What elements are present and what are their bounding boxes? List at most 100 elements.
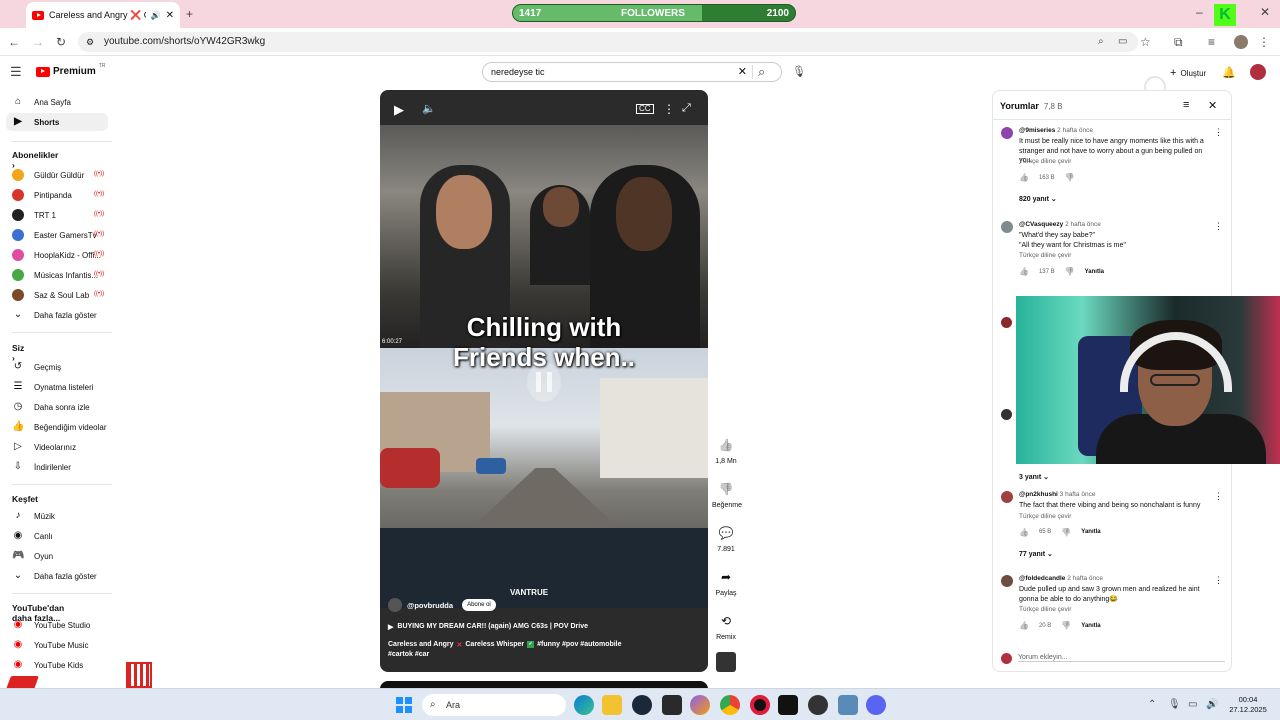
sort-icon[interactable]: ≡: [1183, 99, 1189, 111]
search-icon[interactable]: ⌕: [758, 64, 765, 80]
tray-chevron-icon[interactable]: ⌃: [1148, 697, 1156, 713]
sidebar-item-geçmiş[interactable]: ↺ Geçmiş: [12, 358, 112, 376]
notifications-bell-icon[interactable]: 🔔: [1222, 65, 1236, 81]
create-button[interactable]: + Oluştur: [1164, 64, 1212, 82]
replies-toggle[interactable]: 820 yanıt ⌄: [1019, 195, 1057, 203]
reply-button[interactable]: Yanıtla: [1081, 529, 1100, 535]
windows-start-icon[interactable]: [396, 697, 412, 713]
comment-button[interactable]: 💬 7.891: [712, 522, 740, 553]
app-icon-2[interactable]: [838, 695, 858, 715]
sidebar-item-youtube-music[interactable]: ◉ YouTube Music: [12, 636, 112, 654]
sidebar-item-daha-sonra-izle[interactable]: ◷ Daha sonra izle: [12, 398, 112, 416]
comment-dislike-icon[interactable]: 👎: [1065, 267, 1075, 276]
comment-avatar[interactable]: [1001, 317, 1012, 328]
comment-author[interactable]: @foldedcandle: [1019, 575, 1065, 582]
sidebar-item-müzik[interactable]: ♪ Müzik: [12, 507, 112, 525]
translate-link[interactable]: Türkçe diline çevir: [1019, 606, 1071, 613]
comment-dislike-icon[interactable]: 👎: [1061, 621, 1071, 630]
sidebar-item-beğendiğim-videolar[interactable]: 👍 Beğendiğim videolar: [12, 418, 112, 436]
replies-toggle[interactable]: 3 yanıt ⌄: [1019, 473, 1049, 481]
display-tray-icon[interactable]: ▭: [1188, 697, 1197, 713]
audio-icon[interactable]: 🔊: [151, 11, 161, 20]
comment-author[interactable]: @pn2khushi: [1019, 491, 1058, 498]
comment-menu-icon[interactable]: ⋮: [1214, 575, 1223, 586]
profile-avatar[interactable]: [1234, 35, 1248, 49]
taskbar-clock[interactable]: 00:04 27.12.2025: [1222, 695, 1274, 715]
steam-icon[interactable]: [632, 695, 652, 715]
file-explorer-icon[interactable]: [602, 695, 622, 715]
pause-overlay-icon[interactable]: [527, 362, 561, 402]
comment-avatar[interactable]: [1001, 221, 1013, 233]
youtube-logo[interactable]: Premium TR: [36, 63, 105, 77]
reply-button[interactable]: Yanıtla: [1081, 623, 1100, 629]
explore-header[interactable]: Keşfet: [12, 494, 38, 504]
sidebar-item-videolarınız[interactable]: ▷ Videolarınız: [12, 438, 112, 456]
volume-icon[interactable]: 🔈: [422, 102, 436, 115]
sidebar-item-youtube-studio[interactable]: ◉ YouTube Studio: [12, 616, 112, 634]
comment-avatar[interactable]: [1001, 127, 1013, 139]
comment-avatar[interactable]: [1001, 491, 1013, 503]
bookmark-star-icon[interactable]: ☆: [1140, 34, 1151, 50]
sidebar-item-canlı[interactable]: ◉ Canlı: [12, 527, 112, 545]
comment-author[interactable]: @9miseries: [1019, 127, 1055, 134]
opera-gx-icon[interactable]: [750, 695, 770, 715]
hamburger-menu-icon[interactable]: ☰: [10, 64, 22, 80]
like-button[interactable]: 👍 1,8 Mn: [712, 434, 740, 465]
browser-menu-icon[interactable]: ⋮: [1258, 34, 1270, 50]
dislike-button[interactable]: 👎 Beğenme: [712, 478, 742, 509]
share-button[interactable]: ➦ Paylaş: [712, 566, 740, 597]
comment-like-icon[interactable]: 👍: [1019, 173, 1029, 182]
replies-toggle[interactable]: 77 yanıt ⌄: [1019, 550, 1053, 558]
edge-icon[interactable]: [574, 695, 594, 715]
remix-button[interactable]: ⟲ Remix: [712, 610, 740, 641]
close-window-icon[interactable]: ✕: [1260, 4, 1270, 20]
comment-avatar[interactable]: [1001, 409, 1012, 420]
discord-icon[interactable]: [866, 695, 886, 715]
comment-menu-icon[interactable]: ⋮: [1214, 127, 1223, 138]
sidebar-item-explore-more[interactable]: ⌄ Daha fazla göster: [12, 567, 112, 585]
channel-avatar[interactable]: [388, 598, 402, 612]
sidebar-item-youtube-kids[interactable]: ◉ YouTube Kids: [12, 656, 112, 674]
install-icon[interactable]: ▭: [1118, 34, 1127, 50]
extensions-icon[interactable]: ⧉: [1174, 34, 1183, 50]
forward-icon[interactable]: →: [32, 34, 44, 50]
clear-search-icon[interactable]: ✕: [738, 63, 747, 81]
translate-link[interactable]: Türkçe diline çevir: [1019, 513, 1071, 520]
reading-list-icon[interactable]: ≡: [1208, 34, 1215, 50]
volume-tray-icon[interactable]: 🔊: [1206, 697, 1218, 713]
comment-menu-icon[interactable]: ⋮: [1214, 491, 1223, 502]
sidebar-item-more[interactable]: ⌄ Daha fazla göster: [12, 306, 112, 324]
add-comment-input[interactable]: Yorum ekleyin...: [1018, 654, 1225, 662]
zoom-icon[interactable]: ⌕: [1098, 34, 1104, 50]
translate-link[interactable]: Türkçe diline çevir: [1019, 158, 1071, 165]
chrome-icon[interactable]: [720, 695, 740, 715]
video-description-line-2[interactable]: #cartok #car: [388, 651, 429, 658]
sidebar-item-i-ndirilenler[interactable]: ⇩ İndirilenler: [12, 458, 112, 476]
sidebar-item-ana-sayfa[interactable]: ⌂ Ana Sayfa: [12, 93, 112, 111]
tab-close-icon[interactable]: ✕: [166, 10, 174, 21]
comment-author[interactable]: @CVasqueezy: [1019, 221, 1063, 228]
site-info-icon[interactable]: ⚙: [86, 32, 94, 52]
fullscreen-icon[interactable]: ⤢: [682, 102, 691, 115]
comment-avatar[interactable]: [1001, 575, 1013, 587]
comment-like-icon[interactable]: 👍: [1019, 267, 1029, 276]
epic-games-icon[interactable]: [662, 695, 682, 715]
desc-tags[interactable]: #funny #pov #automobile: [537, 641, 621, 649]
sidebar-item-oyun[interactable]: 🎮 Oyun: [12, 547, 112, 565]
back-icon[interactable]: ←: [8, 34, 20, 50]
capcut-icon[interactable]: [778, 695, 798, 715]
microphone-icon[interactable]: 🎙: [792, 64, 806, 80]
subscribe-button[interactable]: Abone ol: [462, 599, 496, 611]
reply-button[interactable]: Yanıtla: [1085, 269, 1104, 275]
close-comments-icon[interactable]: ✕: [1208, 99, 1217, 112]
video-title[interactable]: ▶ BUYING MY DREAM CAR!! (again) AMG C63s…: [388, 623, 588, 631]
comment-dislike-icon[interactable]: 👎: [1065, 173, 1075, 182]
copilot-icon[interactable]: [690, 695, 710, 715]
mic-tray-icon[interactable]: 🎙: [1168, 697, 1181, 713]
audio-thumbnail[interactable]: [716, 652, 736, 672]
reload-icon[interactable]: ↻: [56, 34, 66, 50]
play-button[interactable]: ▶: [394, 102, 404, 118]
more-options-icon[interactable]: ⋮: [663, 102, 675, 116]
new-tab-icon[interactable]: +: [186, 6, 193, 22]
url-field[interactable]: ⚙ youtube.com/shorts/oYW42GR3wkg: [78, 32, 1138, 52]
